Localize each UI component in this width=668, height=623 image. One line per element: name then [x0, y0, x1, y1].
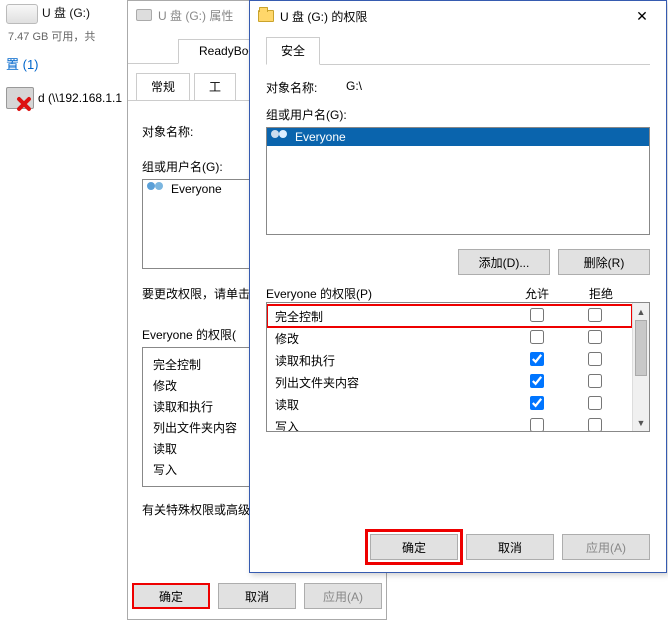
- deny-checkbox[interactable]: [588, 330, 602, 344]
- permissions-grid: 完全控制修改读取和执行列出文件夹内容读取写入: [267, 303, 632, 431]
- permission-row: 写入: [267, 415, 632, 431]
- properties-title: U 盘 (G:) 属性: [158, 7, 233, 24]
- apply-button[interactable]: 应用(A): [304, 583, 382, 609]
- drive-label: U 盘 (G:): [42, 4, 90, 21]
- ok-button[interactable]: 确定: [370, 534, 458, 560]
- allow-checkbox[interactable]: [530, 374, 544, 388]
- scroll-down-icon[interactable]: ▼: [633, 414, 649, 431]
- permission-name: 修改: [275, 330, 508, 347]
- allow-checkbox[interactable]: [530, 308, 544, 322]
- network-drive-item[interactable]: d (\\192.168.1.1: [0, 83, 130, 113]
- remove-button[interactable]: 删除(R): [558, 249, 650, 275]
- permissions-for-label: Everyone 的权限(P): [266, 285, 505, 302]
- cancel-button[interactable]: 取消: [218, 583, 296, 609]
- network-drive-label: d (\\192.168.1.1: [38, 91, 122, 105]
- deny-checkbox[interactable]: [588, 308, 602, 322]
- permissions-tabbar: 安全: [266, 37, 650, 65]
- deny-checkbox[interactable]: [588, 418, 602, 432]
- deny-checkbox[interactable]: [588, 374, 602, 388]
- permission-row: 列出文件夹内容: [267, 371, 632, 393]
- ok-button[interactable]: 确定: [132, 583, 210, 609]
- permission-row: 完全控制: [267, 305, 632, 327]
- allow-checkbox[interactable]: [530, 330, 544, 344]
- permission-name: 列出文件夹内容: [275, 374, 508, 391]
- close-icon: ✕: [636, 8, 648, 25]
- permissions-titlebar[interactable]: U 盘 (G:) 的权限 ✕: [250, 1, 666, 31]
- group-users-listbox[interactable]: Everyone: [266, 127, 650, 235]
- drive-icon: [136, 9, 152, 21]
- permission-row: 修改: [267, 327, 632, 349]
- people-icon: [271, 130, 291, 144]
- group-users-label: 组或用户名(G):: [266, 106, 650, 123]
- tab-security[interactable]: 安全: [266, 37, 320, 65]
- list-item-label: Everyone: [171, 182, 222, 196]
- permission-row: 读取和执行: [267, 349, 632, 371]
- apply-button[interactable]: 应用(A): [562, 534, 650, 560]
- column-deny: 拒绝: [569, 285, 633, 302]
- object-name-value: G:\: [346, 79, 362, 96]
- network-location-count: 置 (1): [0, 44, 130, 83]
- permission-name: 完全控制: [275, 308, 508, 325]
- scroll-thumb[interactable]: [635, 320, 647, 376]
- list-item-everyone[interactable]: Everyone: [267, 128, 649, 146]
- column-allow: 允许: [505, 285, 569, 302]
- cancel-button[interactable]: 取消: [466, 534, 554, 560]
- tab-general[interactable]: 常规: [136, 73, 190, 100]
- object-name-label: 对象名称:: [266, 79, 346, 96]
- permission-name: 读取和执行: [275, 352, 508, 369]
- allow-checkbox[interactable]: [530, 418, 544, 432]
- permissions-title: U 盘 (G:) 的权限: [280, 8, 622, 25]
- list-item-label: Everyone: [295, 130, 346, 144]
- deny-checkbox[interactable]: [588, 352, 602, 366]
- permission-name: 写入: [275, 418, 508, 432]
- allow-checkbox[interactable]: [530, 396, 544, 410]
- deny-checkbox[interactable]: [588, 396, 602, 410]
- explorer-background: U 盘 (G:) 7.47 GB 可用，共 置 (1) d (\\192.168…: [0, 0, 130, 623]
- add-button[interactable]: 添加(D)...: [458, 249, 550, 275]
- permissions-dialog: U 盘 (G:) 的权限 ✕ 安全 对象名称: G:\ 组或用户名(G): Ev…: [249, 0, 667, 573]
- allow-checkbox[interactable]: [530, 352, 544, 366]
- scroll-track[interactable]: [633, 320, 649, 414]
- tab-tools[interactable]: 工: [194, 73, 236, 100]
- people-icon: [147, 182, 167, 196]
- scroll-up-icon[interactable]: ▲: [633, 303, 649, 320]
- drive-subtext: 7.47 GB 可用，共: [0, 28, 130, 44]
- permission-name: 读取: [275, 396, 508, 413]
- error-x-icon: [14, 95, 32, 113]
- close-button[interactable]: ✕: [622, 2, 662, 30]
- folder-icon: [258, 10, 274, 22]
- permission-row: 读取: [267, 393, 632, 415]
- usb-drive-icon: [6, 4, 38, 24]
- scrollbar[interactable]: ▲ ▼: [632, 303, 649, 431]
- drive-item[interactable]: U 盘 (G:): [0, 0, 130, 28]
